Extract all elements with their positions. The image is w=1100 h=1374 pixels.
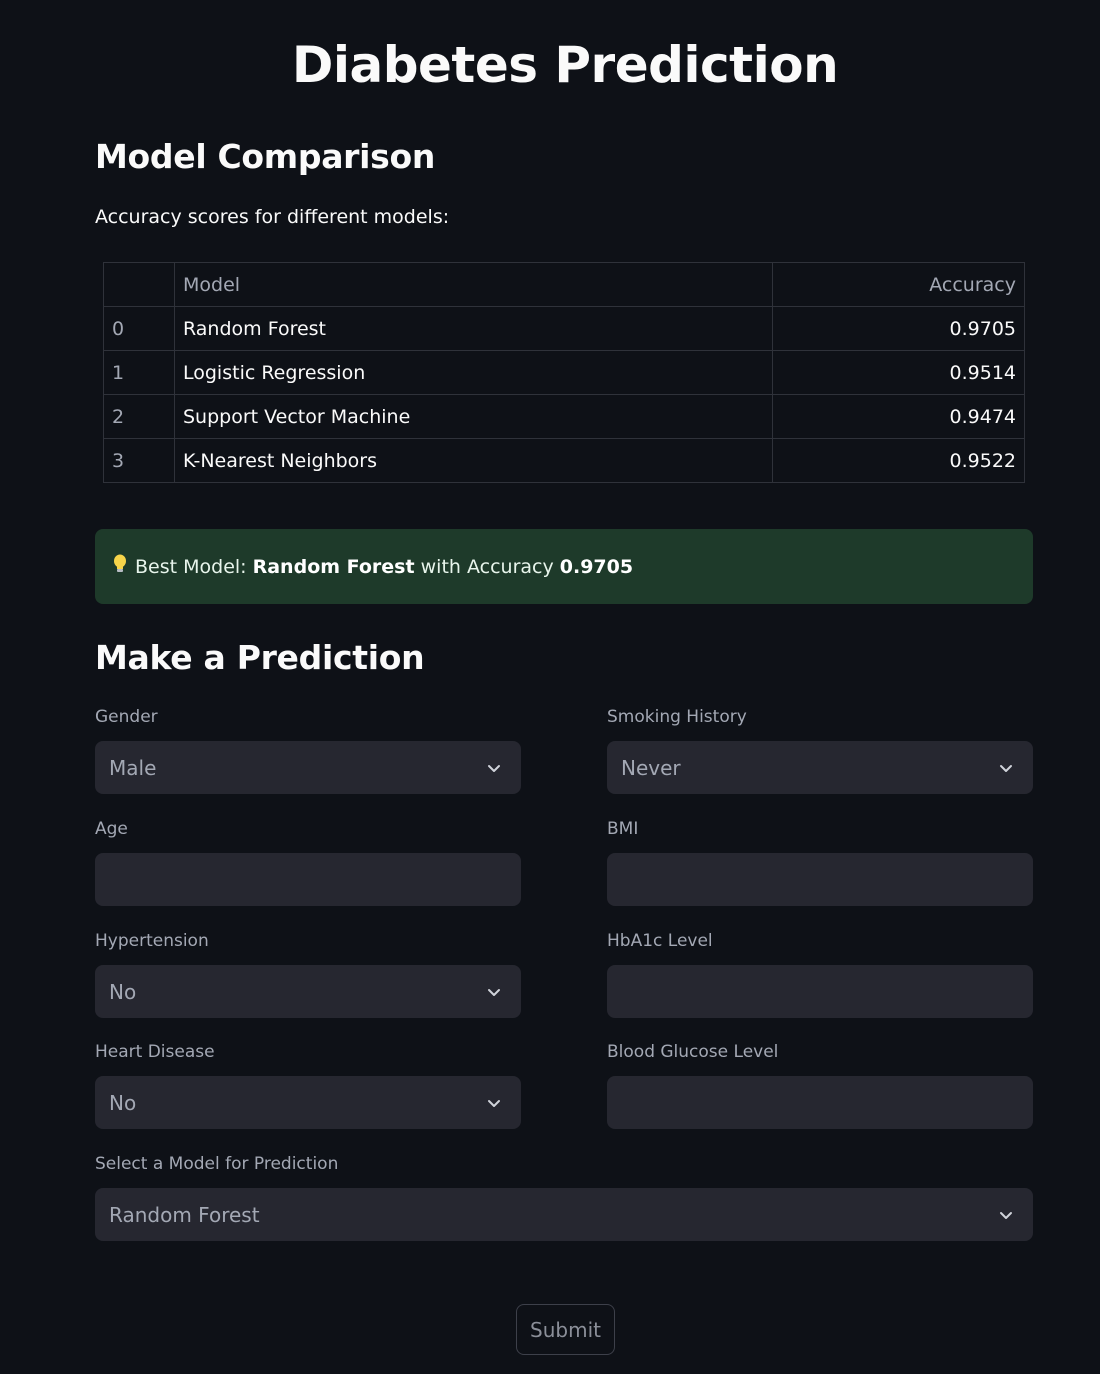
age-label: Age [95,819,128,839]
row-model: Random Forest [174,306,773,351]
best-model-middle: with Accuracy [420,555,554,578]
smoking-history-value: Never [621,755,681,780]
model-comparison-heading: Model Comparison [95,137,436,176]
accuracy-column-header[interactable]: Accuracy [772,262,1025,307]
chevron-down-icon [1000,764,1012,772]
make-prediction-heading: Make a Prediction [95,638,425,677]
blood-glucose-label: Blood Glucose Level [607,1042,779,1062]
hba1c-label: HbA1c Level [607,931,713,951]
row-accuracy: 0.9522 [772,438,1025,483]
row-index: 2 [103,394,175,439]
model-accuracy-table: Model Accuracy 0 Random Forest 0.9705 1 … [103,262,1025,483]
smoking-history-label: Smoking History [607,707,747,727]
model-select[interactable]: Random Forest [95,1188,1033,1241]
row-accuracy: 0.9474 [772,394,1025,439]
row-model: Logistic Regression [174,350,773,395]
blood-glucose-field: Blood Glucose Level [607,1042,1033,1129]
smoking-history-select[interactable]: Never [607,741,1033,794]
table-row: 3 K-Nearest Neighbors 0.9522 [103,438,1025,483]
lightbulb-icon [113,554,127,579]
heart-disease-field: Heart Disease No [95,1042,521,1129]
best-model-alert: Best Model: Random Forest with Accuracy … [95,529,1033,604]
index-column-header[interactable] [103,262,175,307]
table-row: 0 Random Forest 0.9705 [103,306,1025,351]
app-page: Diabetes Prediction Model Comparison Acc… [0,0,1100,1374]
chevron-down-icon [488,764,500,772]
blood-glucose-input[interactable] [607,1076,1033,1129]
chevron-down-icon [488,988,500,996]
comparison-caption: Accuracy scores for different models: [95,206,450,228]
best-model-accuracy: 0.9705 [559,555,634,578]
row-accuracy: 0.9705 [772,306,1025,351]
model-column-header[interactable]: Model [174,262,773,307]
gender-label: Gender [95,707,158,727]
hypertension-select[interactable]: No [95,965,521,1018]
gender-select[interactable]: Male [95,741,521,794]
age-field: Age [95,819,521,906]
bmi-label: BMI [607,819,639,839]
row-model: Support Vector Machine [174,394,773,439]
hba1c-field: HbA1c Level [607,931,1033,1018]
page-title: Diabetes Prediction [291,36,839,94]
hypertension-label: Hypertension [95,931,209,951]
row-index: 3 [103,438,175,483]
chevron-down-icon [1000,1211,1012,1219]
model-select-label: Select a Model for Prediction [95,1154,339,1174]
bmi-field: BMI [607,819,1033,906]
submit-button[interactable]: Submit [516,1304,615,1355]
best-model-prefix: Best Model: [135,555,247,578]
row-accuracy: 0.9514 [772,350,1025,395]
age-input[interactable] [95,853,521,906]
table-header-row: Model Accuracy [103,262,1025,307]
gender-value: Male [109,755,157,780]
table-row: 1 Logistic Regression 0.9514 [103,350,1025,395]
model-select-field: Select a Model for Prediction Random For… [95,1154,1033,1241]
bmi-input[interactable] [607,853,1033,906]
best-model-name: Random Forest [252,555,415,578]
row-index: 0 [103,306,175,351]
heart-disease-select[interactable]: No [95,1076,521,1129]
hba1c-input[interactable] [607,965,1033,1018]
model-select-value: Random Forest [109,1202,260,1227]
gender-field: Gender Male [95,707,521,794]
heart-disease-label: Heart Disease [95,1042,215,1062]
row-model: K-Nearest Neighbors [174,438,773,483]
hypertension-field: Hypertension No [95,931,521,1018]
heart-disease-value: No [109,1090,137,1115]
hypertension-value: No [109,979,137,1004]
row-index: 1 [103,350,175,395]
chevron-down-icon [488,1099,500,1107]
smoking-history-field: Smoking History Never [607,707,1033,794]
table-row: 2 Support Vector Machine 0.9474 [103,394,1025,439]
